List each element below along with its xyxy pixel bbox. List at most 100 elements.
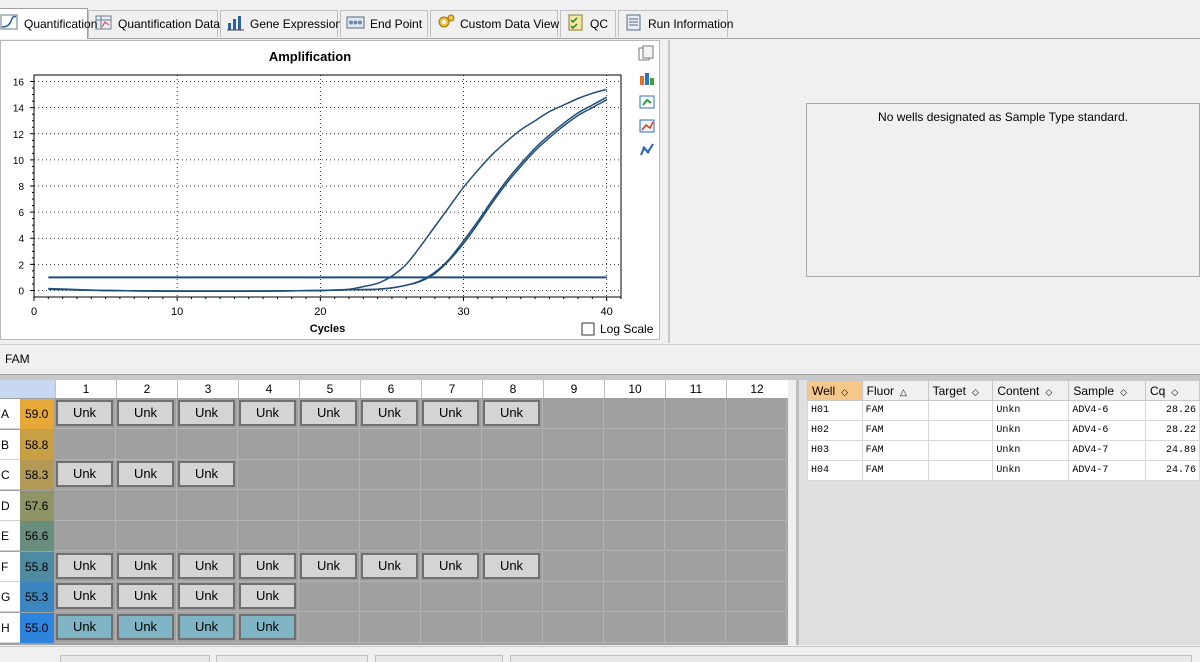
plate-well-cell[interactable]: Unk — [299, 399, 360, 429]
table-row[interactable]: H02 FAM Unkn ADV4-6 28.22 — [807, 420, 1200, 441]
plate-well-cell[interactable] — [726, 551, 787, 582]
plate-well-cell[interactable]: Unk — [55, 460, 116, 490]
column-header-well[interactable]: Well ◇ — [807, 380, 863, 401]
plate-well-cell[interactable]: Unk — [55, 551, 116, 582]
plate-well-cell[interactable] — [299, 460, 360, 490]
tab-custom-data-view[interactable]: Custom Data View — [430, 10, 559, 37]
well-button[interactable]: Unk — [56, 461, 113, 487]
plate-well-cell[interactable] — [299, 612, 360, 643]
table-cell[interactable]: FAM — [861, 420, 929, 441]
plate-well-cell[interactable] — [665, 429, 726, 460]
plate-well-cell[interactable] — [604, 521, 665, 551]
plate-well-cell[interactable] — [726, 521, 787, 551]
table-cell[interactable]: FAM — [861, 460, 929, 481]
well-button[interactable]: Unk — [117, 583, 174, 609]
plate-well-cell[interactable] — [482, 582, 543, 612]
plate-well-cell[interactable] — [299, 521, 360, 551]
plate-well-cell[interactable]: Unk — [116, 582, 177, 612]
plate-column-header[interactable]: 2 — [116, 380, 177, 398]
table-cell[interactable]: ADV4-7 — [1068, 460, 1146, 481]
plate-well-cell[interactable] — [238, 521, 299, 551]
plate-well-cell[interactable]: Unk — [482, 551, 543, 582]
plate-column-header[interactable]: 9 — [543, 380, 604, 398]
chart-options-icon[interactable] — [639, 119, 655, 133]
well-button[interactable]: Unk — [178, 552, 235, 579]
plate-well-cell[interactable] — [360, 582, 421, 612]
plate-well-cell[interactable] — [543, 399, 604, 429]
well-button[interactable]: Unk — [239, 400, 296, 426]
plate-row-label[interactable]: H — [0, 612, 20, 643]
well-button[interactable]: Unk — [178, 461, 235, 487]
plate-well-cell[interactable] — [177, 429, 238, 460]
plate-well-cell[interactable]: Unk — [177, 399, 238, 429]
tab-end-point[interactable]: End Point — [340, 10, 428, 37]
amplification-curve[interactable] — [48, 96, 608, 292]
plate-well-cell[interactable]: Unk — [55, 582, 116, 612]
plate-well-cell[interactable] — [604, 460, 665, 490]
table-cell[interactable]: H02 — [807, 420, 863, 441]
bottom-tab[interactable] — [375, 655, 503, 662]
plate-well-cell[interactable] — [299, 490, 360, 521]
bottom-tab[interactable] — [510, 655, 1192, 662]
plate-well-cell[interactable] — [482, 429, 543, 460]
well-button[interactable]: Unk — [239, 613, 296, 640]
table-row[interactable]: H01 FAM Unkn ADV4-6 28.26 — [807, 400, 1200, 421]
plate-well-cell[interactable] — [543, 521, 604, 551]
plate-row-label[interactable]: F — [0, 551, 20, 582]
plate-corner[interactable] — [0, 380, 55, 398]
table-cell[interactable]: Unkn — [992, 440, 1070, 461]
plate-well-cell[interactable]: Unk — [360, 399, 421, 429]
plate-well-cell[interactable] — [665, 551, 726, 582]
plate-well-cell[interactable] — [726, 612, 787, 643]
table-cell[interactable]: H04 — [807, 460, 863, 481]
table-row[interactable]: H03 FAM Unkn ADV4-7 24.89 — [807, 440, 1200, 461]
well-button[interactable]: Unk — [117, 400, 174, 426]
table-cell[interactable]: ADV4-6 — [1068, 420, 1146, 441]
column-header-content[interactable]: Content ◇ — [992, 380, 1070, 401]
plate-well-cell[interactable]: Unk — [360, 551, 421, 582]
well-button[interactable]: Unk — [117, 461, 174, 487]
plate-well-cell[interactable] — [238, 490, 299, 521]
plate-well-cell[interactable] — [238, 460, 299, 490]
well-button[interactable]: Unk — [117, 613, 174, 640]
table-cell[interactable] — [927, 440, 994, 461]
well-button[interactable]: Unk — [56, 552, 113, 579]
plate-well-cell[interactable] — [421, 612, 482, 643]
plate-column-header[interactable]: 7 — [421, 380, 482, 398]
tab-qc[interactable]: QC — [560, 10, 616, 37]
tab-gene-expression[interactable]: Gene Expression — [220, 10, 342, 37]
table-cell[interactable] — [927, 460, 994, 481]
column-header-cq[interactable]: Cq ◇ — [1145, 380, 1200, 401]
table-cell[interactable]: ADV4-7 — [1068, 440, 1146, 461]
curve-icon[interactable] — [640, 143, 654, 156]
plate-well-cell[interactable] — [55, 521, 116, 551]
plate-well-cell[interactable] — [55, 429, 116, 460]
plate-well-cell[interactable] — [360, 612, 421, 643]
well-button[interactable]: Unk — [300, 552, 357, 579]
well-button[interactable]: Unk — [178, 400, 235, 426]
plate-well-cell[interactable] — [238, 429, 299, 460]
plate-well-cell[interactable] — [299, 582, 360, 612]
plate-column-header[interactable]: 1 — [55, 380, 116, 398]
plate-well-cell[interactable] — [726, 460, 787, 490]
plate-column-header[interactable]: 8 — [482, 380, 543, 398]
copy-icon[interactable] — [638, 45, 654, 61]
plate-well-cell[interactable]: Unk — [421, 399, 482, 429]
plate-well-cell[interactable] — [177, 490, 238, 521]
open-tool-icon[interactable] — [639, 95, 655, 109]
column-header-target[interactable]: Target ◇ — [927, 380, 994, 401]
plate-well-cell[interactable] — [421, 460, 482, 490]
well-button[interactable]: Unk — [239, 583, 296, 609]
plate-well-cell[interactable]: Unk — [299, 551, 360, 582]
plate-row-label[interactable]: D — [0, 490, 20, 521]
plate-well-cell[interactable] — [604, 399, 665, 429]
plate-well-cell[interactable] — [726, 399, 787, 429]
plate-column-header[interactable]: 3 — [177, 380, 238, 398]
plate-well-cell[interactable]: Unk — [55, 612, 116, 643]
plate-well-cell[interactable] — [665, 582, 726, 612]
table-cell[interactable]: FAM — [861, 400, 929, 421]
plate-well-cell[interactable] — [543, 429, 604, 460]
plate-well-cell[interactable] — [665, 521, 726, 551]
well-button[interactable]: Unk — [56, 613, 113, 640]
plate-column-header[interactable]: 12 — [726, 380, 787, 398]
